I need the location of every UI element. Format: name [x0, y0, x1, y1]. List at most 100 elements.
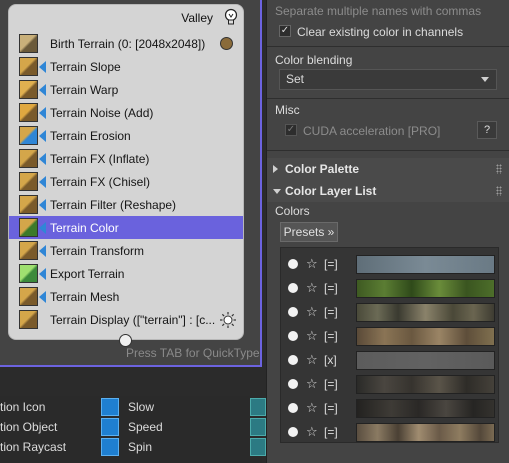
layer-radio[interactable] [288, 355, 298, 365]
color-palette-rollout[interactable]: Color Palette [267, 158, 509, 180]
input-arrow-icon [39, 153, 46, 165]
node-item-label: Export Terrain [50, 266, 125, 281]
layer-color-swatch[interactable] [356, 375, 495, 394]
star-icon[interactable]: ☆ [306, 424, 318, 440]
node-item-terrain-fx-chisel[interactable]: Terrain FX (Chisel) [9, 170, 243, 193]
node-item-terrain-filter[interactable]: Terrain Filter (Reshape) [9, 193, 243, 216]
star-icon[interactable]: ☆ [306, 328, 318, 344]
layer-mode-toggle[interactable]: [=] [324, 425, 338, 439]
layer-mode-toggle[interactable]: [=] [324, 257, 338, 271]
operator-item-left[interactable]: tion Raycast [0, 440, 66, 454]
operator-item-right[interactable]: Slow [128, 400, 154, 414]
input-arrow-icon [39, 176, 46, 188]
color-layer-list[interactable]: ☆ [=] ☆ [=] ☆ [=] ☆ [=] ☆ [x] ☆ [=] ☆ [=] ☆ [=] [280, 247, 499, 443]
star-icon[interactable]: ☆ [306, 352, 318, 368]
layer-color-swatch[interactable] [356, 399, 495, 418]
star-icon[interactable]: ☆ [306, 256, 318, 272]
terrain-erosion-icon [19, 126, 38, 145]
operator-icon [250, 418, 266, 436]
color-layer-row[interactable]: ☆ [=] [281, 373, 500, 397]
layer-mode-toggle[interactable]: [=] [324, 401, 338, 415]
node-item-label: Terrain FX (Chisel) [50, 174, 151, 189]
node-operator-list: Birth Terrain (0: [2048x2048]) Terrain Sl… [9, 32, 243, 331]
layer-color-swatch[interactable] [356, 327, 495, 346]
operator-item-right[interactable]: Spin [128, 440, 152, 454]
layer-color-swatch[interactable] [356, 423, 495, 442]
terrain-fx-inflate-icon [19, 149, 38, 168]
node-item-label: Terrain Filter (Reshape) [50, 197, 177, 212]
node-box-valley[interactable]: Valley Birth Terrain (0: [2048x2048]) Ter… [8, 4, 244, 347]
node-item-terrain-warp[interactable]: Terrain Warp [9, 78, 243, 101]
node-item-birth-terrain[interactable]: Birth Terrain (0: [2048x2048]) [9, 32, 243, 55]
clear-color-checkbox[interactable]: ✓ [279, 25, 291, 37]
operator-icon [101, 398, 119, 416]
operator-item-left[interactable]: tion Object [0, 420, 57, 434]
terrain-filter-icon [19, 195, 38, 214]
layer-radio[interactable] [288, 283, 298, 293]
layer-mode-toggle[interactable]: [=] [324, 377, 338, 391]
input-arrow-icon [39, 291, 46, 303]
color-layer-row[interactable]: ☆ [=] [281, 421, 500, 445]
node-item-terrain-noise[interactable]: Terrain Noise (Add) [9, 101, 243, 124]
sun-icon[interactable] [219, 311, 237, 329]
color-layer-row[interactable]: ☆ [x] [281, 349, 500, 373]
node-item-label: Terrain Mesh [50, 289, 120, 304]
layer-radio[interactable] [288, 427, 298, 437]
node-graph-canvas[interactable]: Valley Birth Terrain (0: [2048x2048]) Ter… [0, 0, 262, 367]
color-layer-list-title: Color Layer List [285, 184, 377, 198]
color-dot-icon[interactable] [220, 37, 233, 50]
color-layer-row[interactable]: ☆ [=] [281, 253, 500, 277]
operator-icon [101, 438, 119, 456]
layer-radio[interactable] [288, 403, 298, 413]
quicktype-hint: Press TAB for QuickType [126, 346, 260, 360]
layer-radio[interactable] [288, 307, 298, 317]
help-button[interactable]: ? [477, 121, 497, 139]
export-terrain-icon [19, 264, 38, 283]
operator-icon [250, 398, 266, 416]
input-arrow-icon [39, 107, 46, 119]
node-item-terrain-color[interactable]: Terrain Color [9, 216, 243, 239]
layer-mode-toggle[interactable]: [=] [324, 281, 338, 295]
birth-terrain-icon [19, 34, 38, 53]
layer-radio[interactable] [288, 379, 298, 389]
node-item-terrain-slope[interactable]: Terrain Slope [9, 55, 243, 78]
terrain-noise-icon [19, 103, 38, 122]
color-layer-list-rollout[interactable]: Color Layer List [267, 180, 509, 202]
color-blending-select[interactable]: Set [279, 69, 497, 90]
layer-mode-toggle[interactable]: [=] [324, 305, 338, 319]
presets-button[interactable]: Presets » [280, 222, 338, 242]
cuda-checkbox[interactable]: ✓ [285, 124, 297, 136]
layer-mode-toggle[interactable]: [x] [324, 353, 337, 367]
node-item-terrain-erosion[interactable]: Terrain Erosion [9, 124, 243, 147]
node-item-terrain-mesh[interactable]: Terrain Mesh [9, 285, 243, 308]
node-item-terrain-fx-inflate[interactable]: Terrain FX (Inflate) [9, 147, 243, 170]
node-item-label: Terrain FX (Inflate) [50, 151, 150, 166]
node-item-terrain-display[interactable]: Terrain Display (["terrain"] : [c... [9, 308, 243, 331]
color-layer-row[interactable]: ☆ [=] [281, 301, 500, 325]
cuda-label: CUDA acceleration [PRO] [303, 124, 441, 138]
color-layer-row[interactable]: ☆ [=] [281, 397, 500, 421]
lightbulb-icon[interactable] [223, 8, 239, 26]
layer-radio[interactable] [288, 331, 298, 341]
layer-color-swatch[interactable] [356, 279, 495, 298]
separate-names-hint: Separate multiple names with commas [275, 4, 482, 18]
node-item-terrain-transform[interactable]: Terrain Transform [9, 239, 243, 262]
operator-item-left[interactable]: tion Icon [0, 400, 45, 414]
color-layer-row[interactable]: ☆ [=] [281, 325, 500, 349]
color-layer-row[interactable]: ☆ [=] [281, 277, 500, 301]
layer-color-swatch[interactable] [356, 255, 495, 274]
star-icon[interactable]: ☆ [306, 280, 318, 296]
node-item-label: Terrain Slope [50, 59, 121, 74]
star-icon[interactable]: ☆ [306, 304, 318, 320]
node-item-export-terrain[interactable]: Export Terrain [9, 262, 243, 285]
chevron-right-icon [273, 165, 278, 173]
layer-color-swatch[interactable] [356, 351, 495, 370]
star-icon[interactable]: ☆ [306, 400, 318, 416]
layer-color-swatch[interactable] [356, 303, 495, 322]
grip-icon [496, 164, 502, 174]
star-icon[interactable]: ☆ [306, 376, 318, 392]
layer-radio[interactable] [288, 259, 298, 269]
terrain-mesh-icon [19, 287, 38, 306]
layer-mode-toggle[interactable]: [=] [324, 329, 338, 343]
operator-item-right[interactable]: Speed [128, 420, 163, 434]
